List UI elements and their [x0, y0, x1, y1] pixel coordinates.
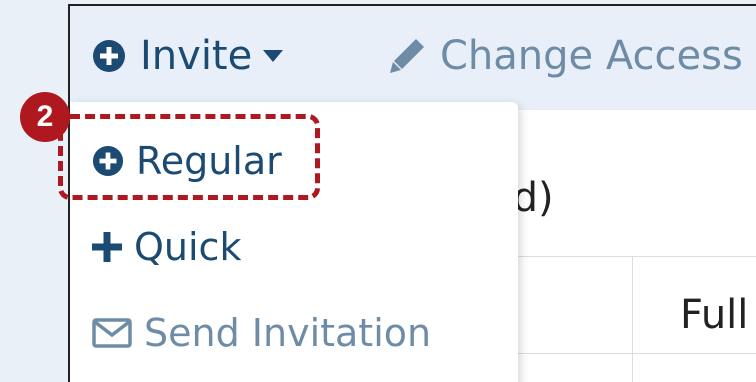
- change-access-button[interactable]: Change Access: [388, 28, 743, 84]
- circle-plus-icon: [92, 39, 126, 73]
- menu-item-quick[interactable]: Quick: [92, 220, 241, 274]
- toolbar: Invite Change Access: [70, 6, 756, 110]
- caret-down-icon: [262, 49, 284, 63]
- menu-item-send-invitation[interactable]: Send Invitation: [92, 306, 431, 360]
- step-badge: 2: [20, 92, 70, 142]
- change-access-label: Change Access: [440, 33, 743, 79]
- menu-item-label: Quick: [134, 225, 242, 269]
- plus-icon: [92, 232, 122, 262]
- pencil-icon: [388, 37, 426, 75]
- menu-item-label: Send Invitation: [144, 311, 432, 355]
- invite-label: Invite: [140, 33, 253, 79]
- invite-dropdown-button[interactable]: Invite: [92, 28, 284, 84]
- annotation-highlight-box: [58, 114, 320, 200]
- envelope-icon: [92, 318, 132, 348]
- column-header-full: Full: [680, 292, 749, 338]
- column-divider: [632, 257, 633, 382]
